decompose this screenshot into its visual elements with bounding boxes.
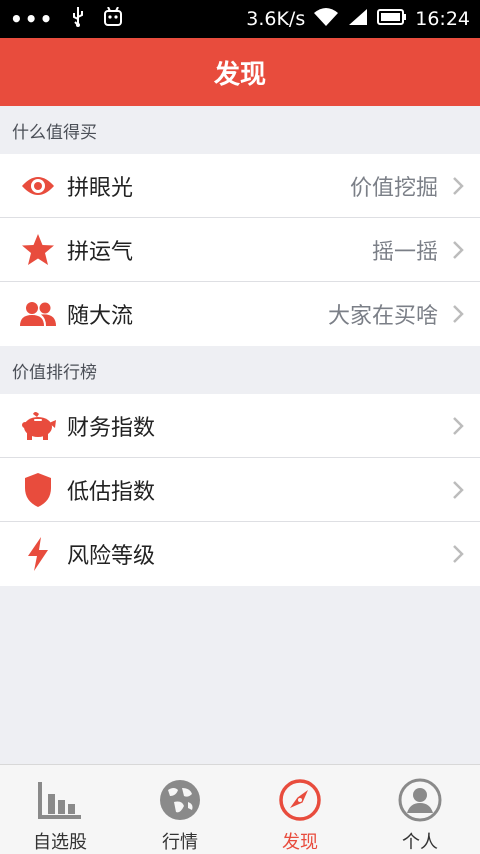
compass-icon xyxy=(276,777,324,822)
list-item-value: 价值挖掘 xyxy=(349,175,438,201)
android-debug-icon xyxy=(102,6,124,32)
title-bar: 发现 xyxy=(0,38,480,106)
wifi-icon xyxy=(313,7,339,32)
list-item-value: 摇一摇 xyxy=(371,239,438,265)
chevron-right-icon xyxy=(452,480,466,500)
tab-watchlist[interactable]: 自选股 xyxy=(0,765,120,854)
list-item-value: 大家在买啥 xyxy=(327,304,438,329)
discover-content: 什么值得买 拼眼光 价值挖掘 拼运气 摇一摇 随大流 大家在买啥 价值排行榜 财… xyxy=(0,106,480,586)
eye-icon xyxy=(19,167,57,205)
clock: 16:24 xyxy=(415,8,470,30)
section-header: 什么值得买 xyxy=(0,106,480,154)
tab-label: 自选股 xyxy=(33,832,87,853)
list-item-sui-daliu[interactable]: 随大流 大家在买啥 xyxy=(0,282,480,346)
list-item-pin-yunqi[interactable]: 拼运气 摇一摇 xyxy=(0,218,480,282)
tab-label: 行情 xyxy=(162,832,198,853)
people-icon xyxy=(19,295,57,333)
chevron-right-icon xyxy=(452,240,466,260)
list-item-label: 拼运气 xyxy=(67,239,134,265)
shield-icon xyxy=(19,471,57,509)
piggy-bank-icon xyxy=(19,407,57,445)
page-title: 发现 xyxy=(213,59,266,90)
person-icon xyxy=(396,777,444,822)
tab-market[interactable]: 行情 xyxy=(120,765,240,854)
usb-icon xyxy=(70,6,86,32)
lightning-icon xyxy=(19,535,57,573)
chevron-right-icon xyxy=(452,544,466,564)
list-item-label: 随大流 xyxy=(67,304,134,329)
bar-chart-icon xyxy=(36,777,84,822)
network-speed: 3.6K/s xyxy=(246,8,306,30)
list-item-label: 低估指数 xyxy=(67,479,156,505)
section-title: 什么值得买 xyxy=(12,122,97,143)
list-item-caiwu-zhishu[interactable]: 财务指数 xyxy=(0,394,480,458)
signal-icon xyxy=(347,7,369,32)
section-title: 价值排行榜 xyxy=(12,362,97,383)
list-item-fengxian-dengji[interactable]: 风险等级 xyxy=(0,522,480,586)
tab-label: 发现 xyxy=(282,832,318,853)
battery-icon xyxy=(377,8,407,31)
status-bar: ••• 3.6K/s 16:24 xyxy=(0,0,480,38)
section-header: 价值排行榜 xyxy=(0,346,480,394)
bottom-tab-bar: 自选股 行情 发现 个人 xyxy=(0,764,480,854)
chevron-right-icon xyxy=(452,416,466,436)
list-item-label: 风险等级 xyxy=(67,544,156,569)
tab-discover[interactable]: 发现 xyxy=(240,765,360,854)
list-item-label: 财务指数 xyxy=(67,415,156,441)
chevron-right-icon xyxy=(452,176,466,196)
list-item-pin-yanguang[interactable]: 拼眼光 价值挖掘 xyxy=(0,154,480,218)
section-list: 拼眼光 价值挖掘 拼运气 摇一摇 随大流 大家在买啥 xyxy=(0,154,480,346)
section-list: 财务指数 低估指数 风险等级 xyxy=(0,394,480,586)
tab-personal[interactable]: 个人 xyxy=(360,765,480,854)
list-item-digu-zhishu[interactable]: 低估指数 xyxy=(0,458,480,522)
chevron-right-icon xyxy=(452,304,466,324)
notification-dots: ••• xyxy=(10,7,55,31)
list-item-label: 拼眼光 xyxy=(67,175,134,201)
tab-label: 个人 xyxy=(402,832,438,853)
globe-icon xyxy=(156,777,204,822)
star-icon xyxy=(19,231,57,269)
